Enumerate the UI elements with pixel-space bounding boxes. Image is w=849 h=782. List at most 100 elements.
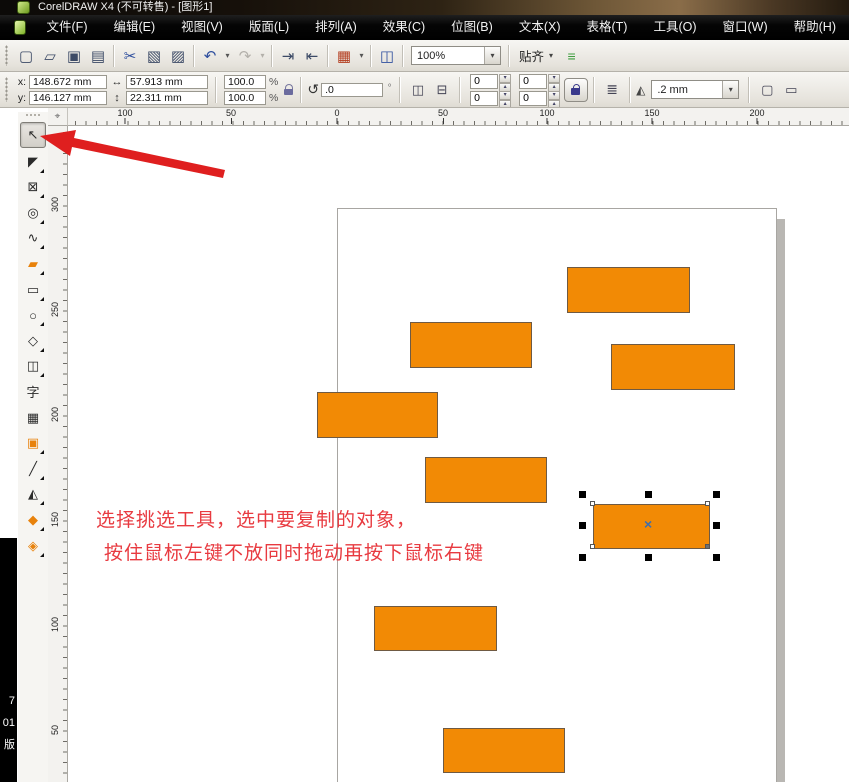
copy-icon[interactable]: ▧ [142, 44, 166, 68]
separator[interactable] [271, 44, 273, 67]
open-folder-icon[interactable]: ▱ [38, 44, 62, 68]
drawing-canvas[interactable]: × 选择挑选工具，选中要复制的对象， 按住鼠标左键不放同时拖动再按下鼠标右键 [68, 126, 849, 782]
separator[interactable] [327, 44, 329, 67]
convert-to-curves-icon[interactable]: ▢ [755, 78, 779, 102]
undo-dropdown-icon[interactable]: ▾ [222, 44, 233, 68]
ellipse-tool[interactable]: ○ [21, 303, 45, 327]
interactive-fill-tool[interactable]: ◈ [21, 534, 45, 558]
selection-handle[interactable] [713, 554, 720, 561]
menu-layout[interactable]: 版面(L) [236, 15, 302, 40]
document-control-icon[interactable] [14, 20, 26, 35]
snap-to-button[interactable]: 贴齐 ▾ [519, 46, 553, 65]
separator[interactable] [113, 44, 115, 67]
separator[interactable] [193, 44, 195, 67]
object-center-x-marker[interactable]: × [644, 517, 652, 531]
corner-radius-spinner[interactable]: ▾▴ [519, 90, 561, 107]
orange-rectangle[interactable] [611, 344, 735, 390]
outline-pen-tool[interactable]: ◭ [21, 482, 45, 506]
wrap-paragraph-text-icon[interactable]: ≣ [600, 81, 624, 98]
selection-handle[interactable] [579, 491, 586, 498]
shape-tool[interactable]: ◤ [21, 150, 45, 174]
corner-radius-spinner[interactable]: ▾▴ [519, 73, 561, 92]
corner-node[interactable] [705, 544, 710, 549]
polygon-tool[interactable]: ◇ [21, 329, 45, 353]
separator[interactable] [402, 44, 404, 67]
zoom-tool[interactable]: ◎ [21, 201, 45, 225]
orange-rectangle[interactable] [567, 267, 690, 313]
basic-shapes-tool[interactable]: ◫ [21, 354, 45, 378]
corner-node[interactable] [590, 501, 595, 506]
snap-dropdown-icon[interactable]: ▾ [549, 51, 553, 60]
mirror-horizontal-icon[interactable]: ◫ [406, 78, 430, 102]
vertical-ruler[interactable]: 300 250 200 150 100 50 [48, 126, 68, 782]
interactive-blend-tool[interactable]: ▣ [21, 431, 45, 455]
corner-radius-spinner[interactable]: ▾▴ [470, 73, 512, 92]
open-close-shape-icon[interactable]: ▭ [779, 78, 803, 102]
freehand-tool[interactable]: ∿ [21, 226, 45, 250]
ruler-origin-button[interactable]: ⌖ [48, 108, 68, 126]
menu-file[interactable]: 文件(F) [34, 15, 101, 40]
menu-table[interactable]: 表格(T) [573, 15, 640, 40]
y-position-field[interactable] [29, 90, 107, 105]
selection-handle[interactable] [579, 522, 586, 529]
corner-radius-spinner[interactable]: ▾▴ [470, 90, 512, 107]
orange-rectangle[interactable] [425, 457, 547, 503]
table-tool[interactable]: ▦ [21, 406, 45, 430]
zoom-dropdown-icon[interactable]: ▾ [484, 47, 500, 64]
corner-node[interactable] [705, 501, 710, 506]
crop-tool[interactable]: ⊠ [21, 175, 45, 199]
selection-handle[interactable] [579, 554, 586, 561]
orange-rectangle[interactable] [374, 606, 497, 651]
nonproportional-scale-lock-icon[interactable] [283, 83, 295, 96]
horizontal-ruler[interactable]: 100 50 0 50 100 150 200 [68, 108, 849, 126]
menu-arrange[interactable]: 排列(A) [302, 15, 370, 40]
rectangle-tool[interactable]: ▭ [21, 278, 45, 302]
print-icon[interactable]: ▤ [86, 44, 110, 68]
menu-window[interactable]: 窗口(W) [710, 15, 781, 40]
selection-handle[interactable] [645, 554, 652, 561]
save-icon[interactable]: ▣ [62, 44, 86, 68]
menu-help[interactable]: 帮助(H) [781, 15, 849, 40]
pick-tool[interactable]: ↖ [20, 122, 46, 148]
import-icon[interactable]: ⇥ [276, 44, 300, 68]
orange-rectangle[interactable] [317, 392, 438, 438]
menu-tools[interactable]: 工具(O) [640, 15, 709, 40]
redo-dropdown-icon[interactable]: ▾ [257, 44, 268, 68]
x-position-field[interactable] [29, 74, 107, 89]
orange-rectangle[interactable] [443, 728, 565, 773]
text-tool[interactable]: 字 [21, 380, 45, 404]
scale-v-field[interactable] [224, 90, 266, 105]
application-launcher-icon[interactable]: ▦ [332, 44, 356, 68]
selection-handle[interactable] [713, 491, 720, 498]
orange-rectangle[interactable] [410, 322, 532, 368]
zoom-level-combo[interactable]: 100% ▾ [411, 46, 501, 65]
eyedropper-tool[interactable]: ╱ [21, 457, 45, 481]
round-corners-together-lock-button[interactable] [564, 77, 589, 102]
undo-icon[interactable]: ↶ [198, 44, 222, 68]
menu-view[interactable]: 视图(V) [168, 15, 236, 40]
redo-icon[interactable]: ↷ [233, 44, 257, 68]
new-document-icon[interactable]: ▢ [14, 44, 38, 68]
menu-edit[interactable]: 编辑(E) [100, 15, 168, 40]
welcome-screen-icon[interactable]: ◫ [375, 44, 399, 68]
options-icon[interactable]: ≡ [559, 44, 583, 68]
corner-node[interactable] [590, 544, 595, 549]
rotation-angle-field[interactable] [321, 82, 384, 97]
height-field[interactable] [126, 90, 208, 105]
mirror-vertical-icon[interactable]: ⊟ [430, 78, 454, 102]
outline-dropdown-icon[interactable]: ▾ [722, 81, 739, 98]
menu-effects[interactable]: 效果(C) [370, 15, 438, 40]
export-icon[interactable]: ⇤ [300, 44, 324, 68]
menu-text[interactable]: 文本(X) [506, 15, 574, 40]
launcher-dropdown-icon[interactable]: ▾ [356, 44, 367, 68]
cut-icon[interactable]: ✂ [118, 44, 142, 68]
menu-bitmaps[interactable]: 位图(B) [438, 15, 506, 40]
width-field[interactable] [126, 74, 208, 89]
selection-handle[interactable] [713, 522, 720, 529]
smart-fill-tool[interactable]: ▰ [21, 252, 45, 276]
separator[interactable] [370, 44, 372, 67]
paste-icon[interactable]: ▨ [166, 44, 190, 68]
scale-h-field[interactable] [224, 74, 266, 89]
selection-handle[interactable] [645, 491, 652, 498]
fill-tool[interactable]: ◆ [21, 508, 45, 532]
